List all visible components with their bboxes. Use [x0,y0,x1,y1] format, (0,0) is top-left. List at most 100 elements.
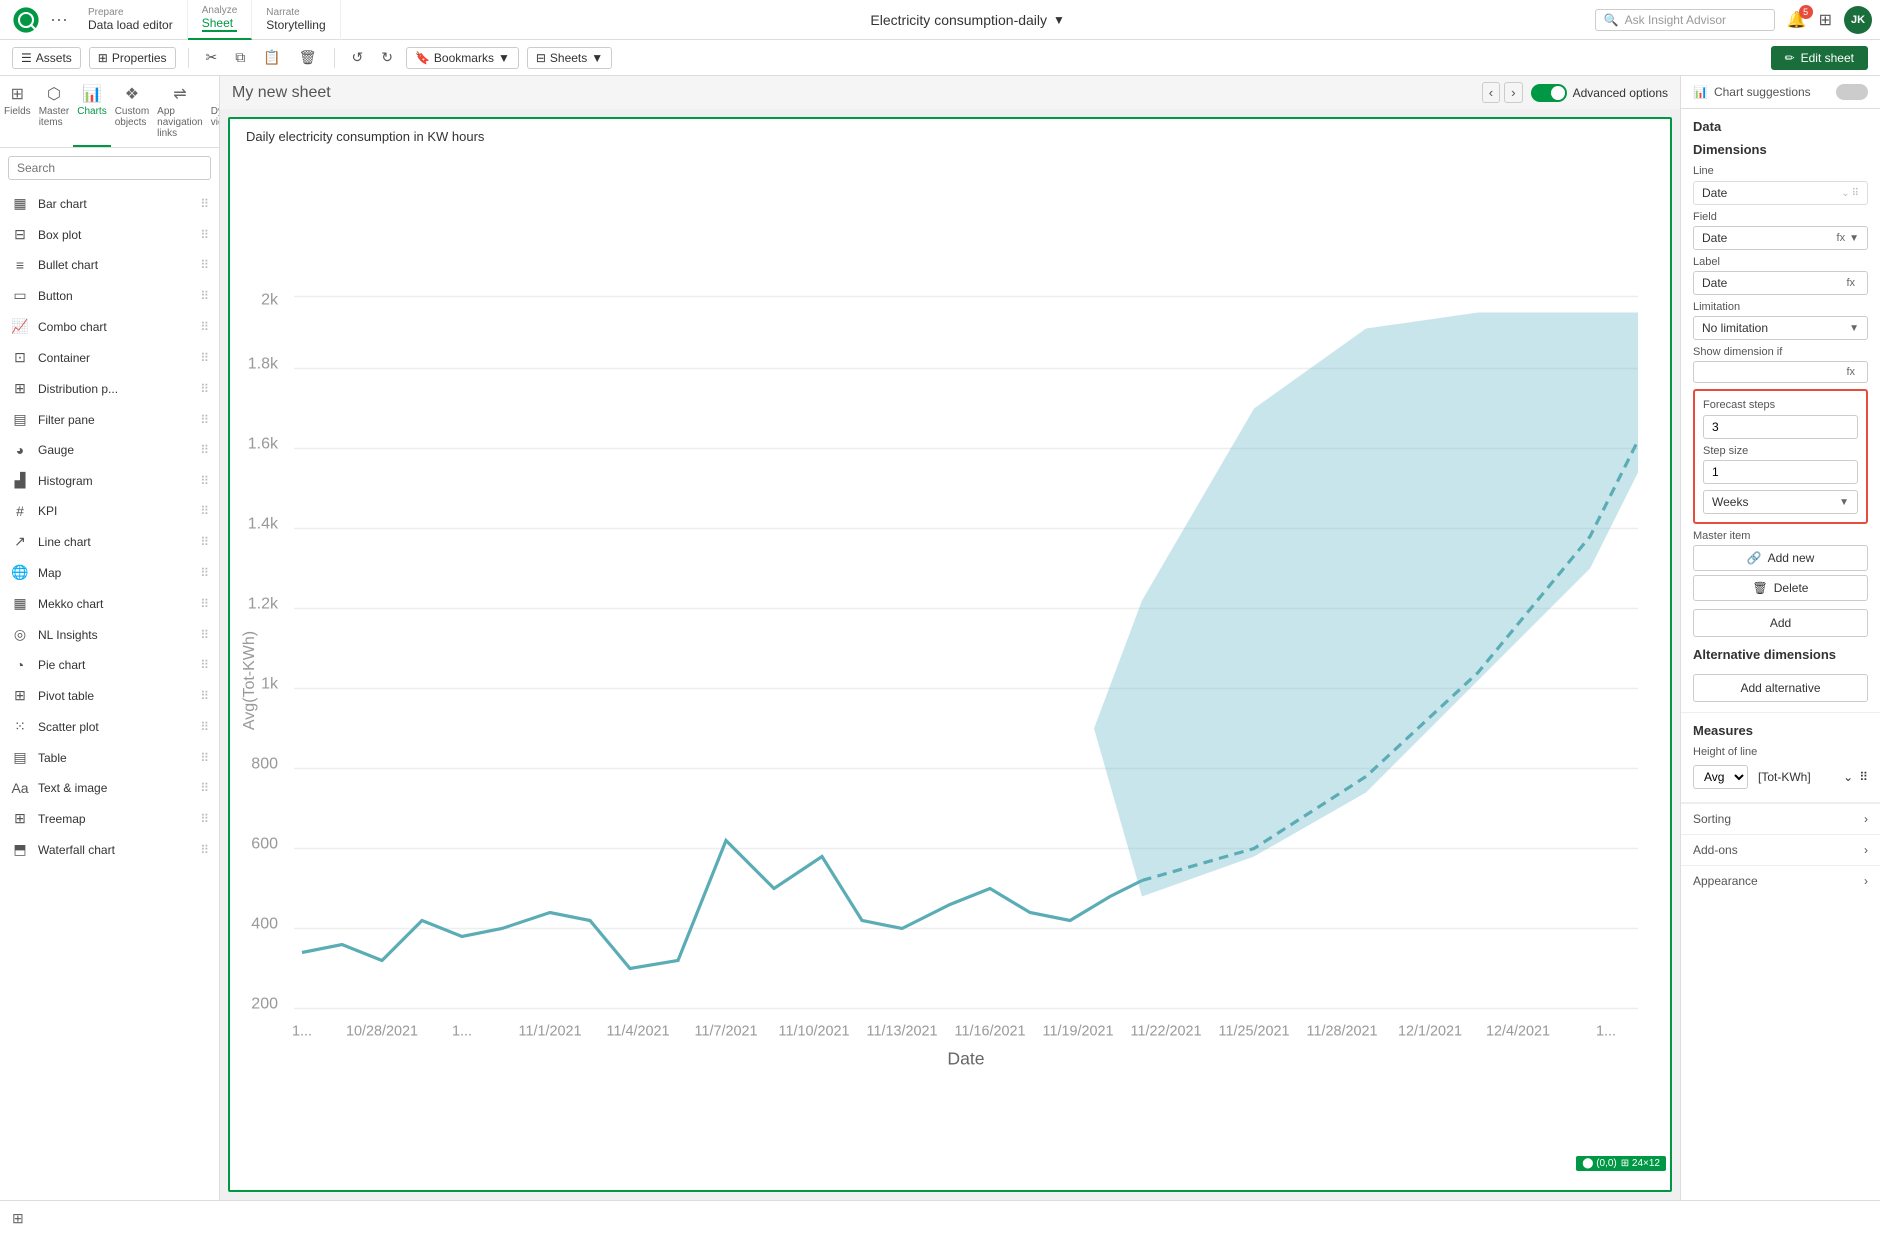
sheets-button[interactable]: ⊟ Sheets ▼ [527,47,612,69]
svg-text:600: 600 [251,836,278,853]
avg-select[interactable]: Avg [1693,765,1748,789]
cut-button[interactable]: ✂ [201,46,223,69]
nav-narrate[interactable]: Narrate Storytelling [252,0,340,40]
list-item-pivot-table[interactable]: ⊞ Pivot table ⠿ [0,680,219,711]
right-panel: 📊 Chart suggestions Data Dimensions Line… [1680,76,1880,1200]
prev-sheet-button[interactable]: ‹ [1482,82,1500,103]
trash-icon: 🗑 [1753,581,1768,595]
kpi-icon: # [10,503,30,519]
svg-text:11/1/2021: 11/1/2021 [519,1024,582,1040]
properties-button[interactable]: ⊞ Properties [89,47,176,69]
redo-button[interactable]: ↻ [376,46,398,69]
delete-button-dimension[interactable]: 🗑 Delete [1693,575,1868,601]
insight-advisor-search[interactable]: 🔍 Ask Insight Advisor [1595,9,1775,31]
advanced-options-toggle: Advanced options [1531,84,1668,102]
list-item-text-image[interactable]: Aa Text & image ⠿ [0,773,219,803]
svg-text:11/4/2021: 11/4/2021 [607,1024,670,1040]
sidebar-tab-fields[interactable]: ⊞ Fields [0,76,35,147]
sidebar-search[interactable] [0,148,219,188]
fx-icon-3: fx [1846,366,1855,378]
list-item-filter-pane[interactable]: ▤ Filter pane ⠿ [0,404,219,435]
list-item-kpi[interactable]: # KPI ⠿ [0,496,219,526]
weeks-dropdown[interactable]: Weeks ▼ [1703,490,1858,514]
list-item-map[interactable]: 🌐 Map ⠿ [0,557,219,588]
list-item-gauge[interactable]: ◕ Gauge ⠿ [0,435,219,465]
list-item-distribution-plot[interactable]: ⊞ Distribution p... ⠿ [0,373,219,404]
svg-text:11/13/2021: 11/13/2021 [867,1024,938,1040]
dropdown-arrow: ▼ [1849,233,1859,244]
custom-objects-icon: ❖ [125,84,139,104]
date-dimension-row[interactable]: Date ⌄ ⠿ [1693,181,1868,205]
next-sheet-button[interactable]: › [1504,82,1522,103]
fx-icon-2: fx [1846,277,1855,289]
mekko-chart-icon: ▦ [10,595,30,612]
nav-prepare[interactable]: Prepare Data load editor [74,0,188,40]
list-item-pie-chart[interactable]: ◔ Pie chart ⠿ [0,650,219,680]
appearance-section: Appearance › [1681,865,1880,896]
bar-chart-icon: ▦ [10,195,30,212]
notifications-button[interactable]: 🔔 5 [1787,10,1807,30]
advanced-options-switch[interactable] [1531,84,1567,102]
sorting-header[interactable]: Sorting › [1681,804,1880,834]
app-menu-dots[interactable]: ··· [44,9,74,30]
forecast-steps-input[interactable] [1703,415,1858,439]
list-item-mekko-chart[interactable]: ▦ Mekko chart ⠿ [0,588,219,619]
drag-handle-icon: ⠿ [200,720,209,734]
drag-handle-icon: ⠿ [200,320,209,334]
label-input[interactable]: Date fx [1693,271,1868,295]
edit-sheet-button[interactable]: ✏ Edit sheet [1771,46,1868,70]
field-dropdown[interactable]: Date fx ▼ [1693,226,1868,250]
toolbar-separator [188,48,189,68]
sidebar-tab-dynamic-views[interactable]: ◫ Dynamic views [207,76,220,147]
list-item-line-chart[interactable]: ↗ Line chart ⠿ [0,526,219,557]
list-item-bullet-chart[interactable]: ≡ Bullet chart ⠿ [0,250,219,280]
pie-chart-icon: ◔ [10,657,30,673]
add-ons-header[interactable]: Add-ons › [1681,835,1880,865]
list-item-bar-chart[interactable]: ▦ Bar chart ⠿ [0,188,219,219]
assets-button[interactable]: ☰ Assets [12,47,81,69]
appearance-header[interactable]: Appearance › [1681,866,1880,896]
delete-button[interactable]: 🗑 [294,46,322,69]
limitation-dropdown[interactable]: No limitation ▼ [1693,316,1868,340]
show-dimension-input[interactable]: fx [1693,361,1868,383]
sidebar-tab-charts[interactable]: 📊 Charts [73,76,110,147]
sidebar-tab-master-items[interactable]: ⬡ Master items [35,76,74,147]
drag-handle-icon: ⠿ [200,258,209,272]
charts-list: ▦ Bar chart ⠿ ⊟ Box plot ⠿ ≡ Bullet char… [0,188,219,1200]
sidebar-tab-app-nav[interactable]: ⇌ App navigation links [153,76,207,147]
list-item-container[interactable]: ⊡ Container ⠿ [0,342,219,373]
paste-button[interactable]: 📋 [258,46,285,69]
search-input[interactable] [8,156,211,180]
list-item-nl-insights[interactable]: ◎ NL Insights ⠿ [0,619,219,650]
chart-suggestions-toggle[interactable] [1836,84,1868,100]
nav-analyze[interactable]: Analyze Sheet [188,0,253,40]
copy-button[interactable]: ⧉ [230,46,250,69]
app-title[interactable]: Electricity consumption-daily ▼ [341,12,1595,28]
drag-handle-icon: ⠿ [200,812,209,826]
bullet-chart-icon: ≡ [10,257,30,273]
qlik-logo[interactable] [8,2,44,38]
sorting-section: Sorting › [1681,803,1880,834]
svg-text:12/1/2021: 12/1/2021 [1398,1024,1462,1040]
measure-dropdown-arrow: ⌄ [1843,770,1853,784]
list-item-scatter-plot[interactable]: ⁙ Scatter plot ⠿ [0,711,219,742]
list-item-table[interactable]: ▤ Table ⠿ [0,742,219,773]
list-item-treemap[interactable]: ⊞ Treemap ⠿ [0,803,219,834]
sidebar-tab-custom-objects[interactable]: ❖ Custom objects [111,76,153,147]
add-new-master-item-button[interactable]: 🔗 Add new [1693,545,1868,571]
step-size-input[interactable] [1703,460,1858,484]
bottom-grid-icon[interactable]: ⊞ [12,1210,24,1227]
list-item-combo-chart[interactable]: 📈 Combo chart ⠿ [0,311,219,342]
bookmarks-button[interactable]: 🔖 Bookmarks ▼ [406,47,519,69]
list-item-button[interactable]: ▭ Button ⠿ [0,280,219,311]
forecast-steps-label: Forecast steps [1703,399,1858,411]
undo-button[interactable]: ↺ [347,46,369,69]
map-icon: 🌐 [10,564,30,581]
list-item-histogram[interactable]: ▟ Histogram ⠿ [0,465,219,496]
apps-grid-button[interactable]: ⊞ [1819,10,1832,30]
list-item-waterfall-chart[interactable]: ⬒ Waterfall chart ⠿ [0,834,219,865]
add-dimension-button[interactable]: Add [1693,609,1868,637]
user-avatar[interactable]: JK [1844,6,1872,34]
list-item-box-plot[interactable]: ⊟ Box plot ⠿ [0,219,219,250]
add-alternative-button[interactable]: Add alternative [1693,674,1868,702]
